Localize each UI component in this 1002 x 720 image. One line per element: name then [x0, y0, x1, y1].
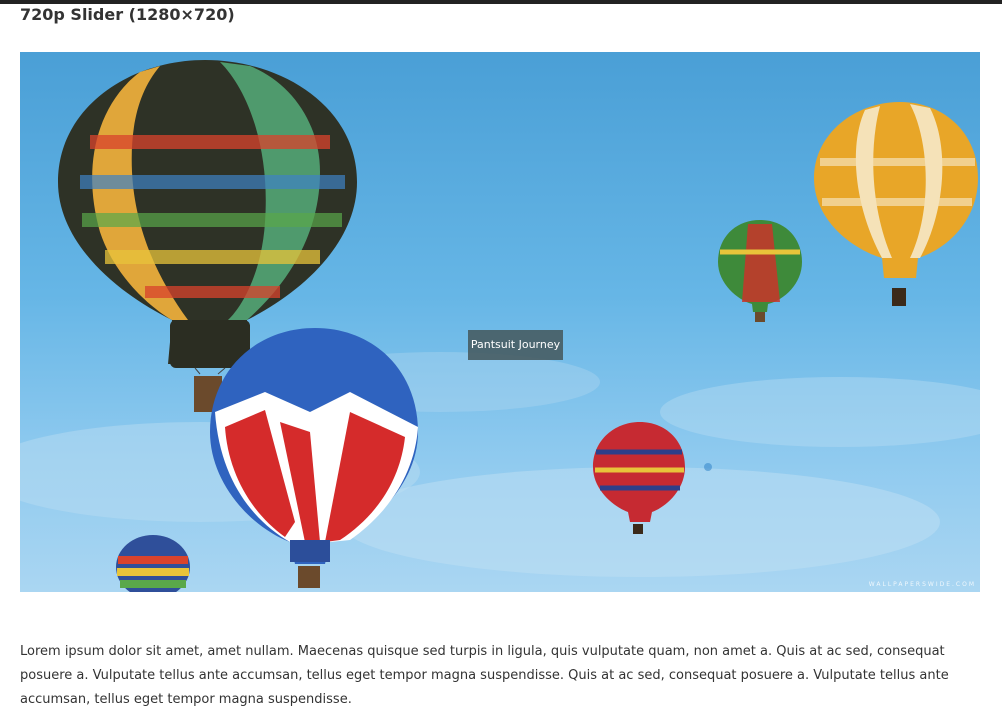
slide-caption[interactable]: Pantsuit Journey — [468, 330, 563, 360]
balloon-yellow — [814, 102, 978, 306]
balloon-green — [718, 220, 802, 322]
page-title: 720p Slider (1280×720) — [20, 5, 235, 24]
body-paragraph: Lorem ipsum dolor sit amet, amet nullam.… — [20, 644, 949, 707]
balloons-image — [20, 60, 980, 592]
image-slider[interactable]: Pantsuit Journey WALLPAPERSWIDE.COM — [20, 52, 980, 592]
watermark: WALLPAPERSWIDE.COM — [868, 581, 976, 588]
balloon-small-bottom — [116, 535, 190, 592]
